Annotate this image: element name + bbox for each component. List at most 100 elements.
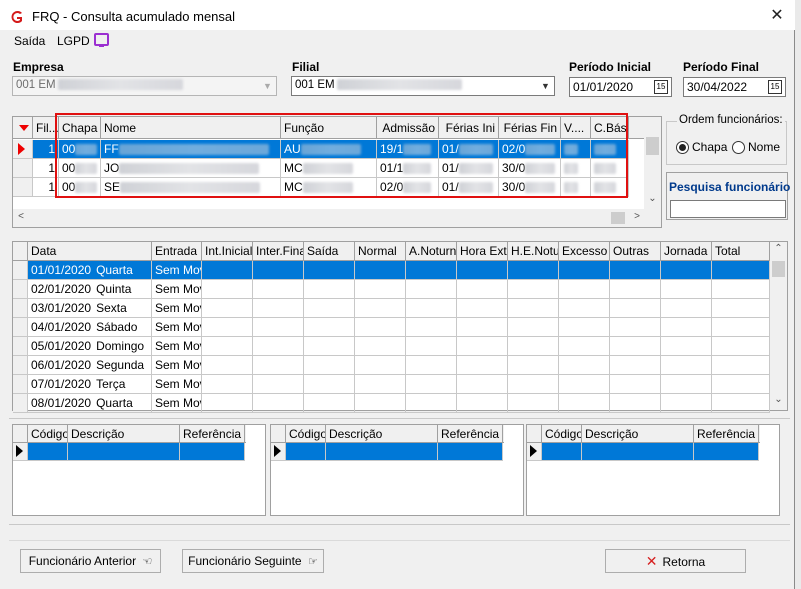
cell-empty <box>508 299 559 318</box>
scroll-down-icon[interactable]: ⌄ <box>772 394 785 405</box>
monitor-icon[interactable] <box>94 33 109 47</box>
scroll-right-icon[interactable]: > <box>631 211 643 222</box>
employees-vscroll[interactable]: ⌄ <box>644 117 661 209</box>
scroll-thumb[interactable] <box>611 212 625 224</box>
col-v[interactable]: V.... <box>561 117 591 139</box>
cell-empty <box>253 261 304 280</box>
cell-empty <box>508 356 559 375</box>
col-he-notu[interactable]: H.E.Notu <box>508 242 559 261</box>
col-referencia[interactable]: Referência <box>438 425 503 443</box>
cell-empty <box>712 318 770 337</box>
periodo-inicial-label: Período Inicial <box>569 60 652 74</box>
col-descricao[interactable]: Descrição <box>582 425 694 443</box>
divider <box>9 418 790 419</box>
col-fil[interactable]: Fil... <box>33 117 59 139</box>
employees-hscroll[interactable]: < > <box>13 209 661 227</box>
cell-nome: JO <box>101 159 281 178</box>
cell-entrada: Sem Mov <box>152 261 202 280</box>
weekday-value: Sábado <box>96 320 138 334</box>
close-button[interactable]: ✕ <box>765 5 789 27</box>
col-ferias-ini[interactable]: Férias Ini <box>439 117 499 139</box>
detail-grid-1[interactable]: Código Descrição Referência <box>12 424 266 516</box>
redacted-text <box>300 144 361 156</box>
col-chapa[interactable]: Chapa <box>59 117 101 139</box>
scroll-thumb[interactable] <box>646 137 659 155</box>
scroll-down-icon[interactable]: ⌄ <box>646 193 659 204</box>
periodo-inicial-input[interactable]: 01/01/2020 15 <box>569 77 672 97</box>
cell-empty <box>355 394 406 413</box>
cell-empty <box>712 337 770 356</box>
next-employee-button[interactable]: Funcionário Seguinte ☞ <box>182 549 324 573</box>
detail-grid-2[interactable]: Código Descrição Referência <box>270 424 524 516</box>
col-codigo[interactable]: Código <box>286 425 326 443</box>
back-button[interactable]: ✕ Retorna <box>605 549 746 573</box>
col-saida[interactable]: Saída <box>304 242 355 261</box>
employees-grid[interactable]: Fil... Chapa Nome Função Admissão Férias… <box>12 116 662 228</box>
cell-empty <box>559 261 610 280</box>
col-a-noturn[interactable]: A.Noturn <box>406 242 457 261</box>
scroll-left-icon[interactable]: < <box>15 211 27 222</box>
col-referencia[interactable]: Referência <box>694 425 759 443</box>
scroll-thumb[interactable] <box>772 261 785 277</box>
search-input[interactable] <box>670 200 786 218</box>
cell-empty <box>202 337 253 356</box>
filial-select[interactable]: 001 EM ▼ <box>291 76 555 96</box>
cell-data: 07/01/2020 Terça <box>28 375 152 394</box>
col-hora-extr[interactable]: Hora Extr <box>457 242 508 261</box>
menu-lgpd[interactable]: LGPD <box>57 34 90 48</box>
col-total[interactable]: Total <box>712 242 770 261</box>
col-descricao[interactable]: Descrição <box>326 425 438 443</box>
menu-saida[interactable]: Saída <box>14 34 45 48</box>
radio-chapa[interactable]: Chapa <box>676 140 727 154</box>
cell-empty <box>253 318 304 337</box>
col-admissao[interactable]: Admissão <box>377 117 439 139</box>
col-ferias-fin[interactable]: Férias Fin <box>499 117 561 139</box>
cell-empty <box>355 356 406 375</box>
funcao-value: MC <box>284 161 303 175</box>
days-grid[interactable]: Data Entrada Int.Inicial Inter.Final Saí… <box>12 241 788 413</box>
days-vscroll[interactable]: ⌃ ⌄ <box>770 242 787 410</box>
cell-empty <box>457 375 508 394</box>
date-value: 06/01/2020 <box>31 358 92 372</box>
col-entrada[interactable]: Entrada <box>152 242 202 261</box>
col-normal[interactable]: Normal <box>355 242 406 261</box>
cell-empty <box>559 318 610 337</box>
col-excesso[interactable]: Excesso <box>559 242 610 261</box>
nome-value: FF <box>104 142 119 156</box>
calendar-icon[interactable]: 15 <box>654 80 668 94</box>
cell-empty <box>355 337 406 356</box>
cell-entrada: Sem Mov <box>152 375 202 394</box>
admissao-value: 19/1 <box>380 142 404 156</box>
col-nome[interactable]: Nome <box>101 117 281 139</box>
col-referencia[interactable]: Referência <box>180 425 245 443</box>
col-data[interactable]: Data <box>28 242 152 261</box>
col-jornada[interactable]: Jornada <box>661 242 712 261</box>
row-indicator <box>13 299 28 318</box>
funcao-value: AU <box>284 142 301 156</box>
cell-empty <box>712 394 770 413</box>
detail-grid-3[interactable]: Código Descrição Referência <box>526 424 780 516</box>
col-inter-final[interactable]: Inter.Final <box>253 242 304 261</box>
radio-nome[interactable]: Nome <box>732 140 780 154</box>
col-codigo[interactable]: Código <box>28 425 68 443</box>
scroll-up-icon[interactable]: ⌃ <box>772 243 785 254</box>
cell-empty <box>304 280 355 299</box>
prev-employee-button[interactable]: Funcionário Anterior ☜ <box>20 549 161 573</box>
cell-nome: FF <box>101 140 281 159</box>
cell-empty <box>202 375 253 394</box>
periodo-final-input[interactable]: 30/04/2022 15 <box>683 77 786 97</box>
cell-v <box>561 178 591 197</box>
col-codigo[interactable]: Código <box>542 425 582 443</box>
col-funcao[interactable]: Função <box>281 117 377 139</box>
col-outras[interactable]: Outras <box>610 242 661 261</box>
cell-empty <box>559 394 610 413</box>
col-int-inicial[interactable]: Int.Inicial <box>202 242 253 261</box>
cell-empty <box>661 375 712 394</box>
cell-empty <box>457 299 508 318</box>
redacted-text <box>119 163 260 175</box>
col-cbas[interactable]: C.Bás <box>591 117 629 139</box>
col-descricao[interactable]: Descrição <box>68 425 180 443</box>
calendar-icon[interactable]: 15 <box>768 80 782 94</box>
cell-empty <box>406 375 457 394</box>
cell-empty <box>355 318 406 337</box>
